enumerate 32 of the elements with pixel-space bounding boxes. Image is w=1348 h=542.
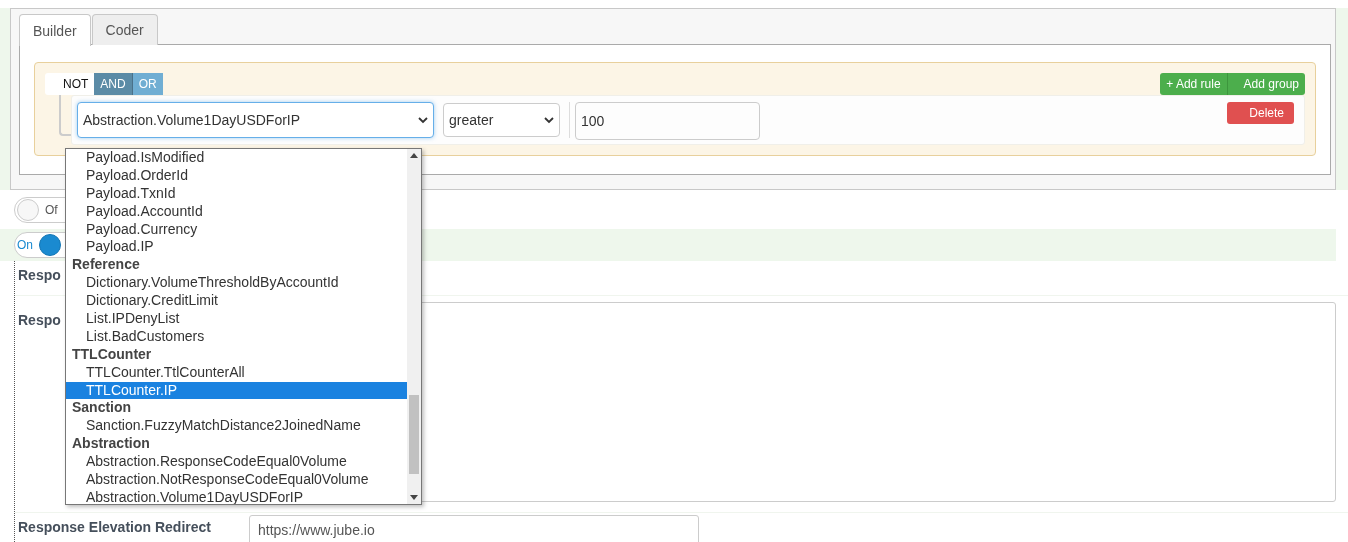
dropdown-option[interactable]: Payload.IsModified bbox=[66, 149, 407, 167]
field-label: Respo bbox=[18, 312, 61, 328]
dropdown-option[interactable]: Abstraction.NotResponseCodeEqual0Volume bbox=[66, 471, 407, 489]
dropdown-option[interactable]: Sanction.FuzzyMatchDistance2JoinedName bbox=[66, 417, 407, 436]
dropdown-option[interactable]: Abstraction.ResponseCodeEqual0Volume bbox=[66, 453, 407, 472]
tab[interactable]: Coder bbox=[91, 14, 158, 45]
dropdown-option[interactable]: TTLCounter.IP bbox=[66, 381, 407, 400]
dropdown-option[interactable]: List.IPDenyList bbox=[66, 310, 407, 328]
dropdown-option[interactable]: TTLCounter.TtlCounterAll bbox=[66, 363, 407, 382]
condition-button[interactable]: AND bbox=[94, 73, 133, 95]
scrollbar-thumb[interactable] bbox=[409, 395, 419, 474]
delete-button[interactable]: Delete bbox=[1227, 102, 1294, 124]
scroll-down-icon[interactable] bbox=[410, 495, 418, 500]
dropdown-option[interactable]: Dictionary.CreditLimit bbox=[66, 292, 407, 310]
operator-select[interactable]: greater bbox=[443, 103, 560, 137]
chevron-down-icon bbox=[544, 116, 554, 124]
field-label: Response Elevation Redirect bbox=[18, 519, 211, 535]
dropdown-option[interactable]: List.BadCustomers bbox=[66, 327, 407, 346]
option-group-label: Reference bbox=[71, 256, 141, 275]
scroll-up-icon[interactable] bbox=[410, 153, 418, 158]
option-group-label: TTLCounter bbox=[71, 345, 153, 364]
option-group-label: Sanction bbox=[71, 399, 133, 418]
tab[interactable]: Builder bbox=[19, 14, 91, 46]
option-group-label: Abstraction bbox=[71, 435, 151, 454]
dropdown-option[interactable]: Abstraction.Volume1DayUSDForIP bbox=[66, 488, 407, 504]
value-field[interactable]: 100 bbox=[575, 102, 760, 140]
dropdown-option[interactable]: Dictionary.VolumeThresholdByAccountId bbox=[66, 274, 407, 293]
url-field[interactable]: https://www.jube.io bbox=[249, 515, 699, 542]
field-select[interactable]: Abstraction.Volume1DayUSDForIP bbox=[77, 102, 434, 138]
field-label: Respo bbox=[18, 267, 61, 283]
chevron-down-icon bbox=[418, 116, 428, 124]
dropdown-option[interactable]: Payload.OrderId bbox=[66, 166, 407, 185]
